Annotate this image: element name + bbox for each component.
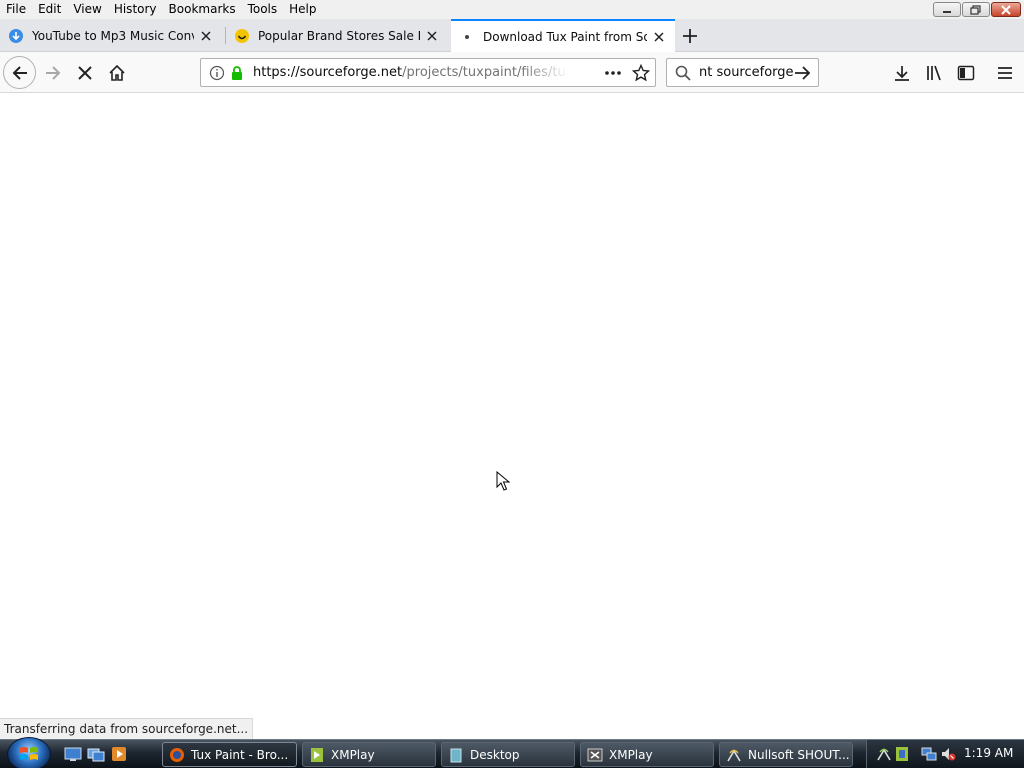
page-actions-menu-icon[interactable] <box>603 65 623 84</box>
home-button[interactable] <box>106 62 128 84</box>
tab-close-button[interactable] <box>651 29 667 45</box>
close-icon <box>201 30 211 41</box>
sidebar-toggle-button[interactable] <box>955 62 977 84</box>
plus-icon <box>683 29 697 43</box>
network-icon[interactable] <box>921 746 937 762</box>
tab-youtube-mp3[interactable]: YouTube to Mp3 Music Converter <box>0 19 222 52</box>
xmplay-icon <box>311 747 323 762</box>
back-button[interactable] <box>3 56 36 89</box>
minimize-icon <box>943 10 951 13</box>
taskbar-item-xmplay[interactable]: XMPlay <box>302 742 436 767</box>
menu-history[interactable]: History <box>108 0 163 19</box>
tab-close-button[interactable] <box>424 28 440 44</box>
menu-view[interactable]: View <box>67 0 107 19</box>
library-button[interactable] <box>923 62 945 84</box>
tab-title: YouTube to Mp3 Music Converter <box>32 28 194 43</box>
windows-taskbar: Tux Paint - Bro... XMPlay Desktop XMPlay… <box>0 737 1024 768</box>
show-desktop-icon[interactable] <box>64 745 82 763</box>
stop-button[interactable] <box>74 62 96 84</box>
windows-logo-icon <box>20 747 38 760</box>
taskbar-item-xmplay-2[interactable]: XMPlay <box>580 742 714 767</box>
stop-x-icon <box>78 66 92 80</box>
arrow-left-icon <box>12 65 27 80</box>
close-icon <box>654 32 664 42</box>
arrow-right-icon <box>795 66 811 80</box>
forward-button[interactable] <box>42 62 64 84</box>
taskbar-item-label: Nullsoft SHOUT... <box>748 747 850 762</box>
tab-strip: YouTube to Mp3 Music Converter Popular B… <box>0 19 1024 53</box>
url-bar[interactable]: https://sourceforge.net/projects/tuxpain… <box>200 58 656 87</box>
url-path: /projects/tuxpaint/files/tuxpaint <box>402 65 569 80</box>
menu-tools[interactable]: Tools <box>242 0 284 19</box>
system-clock[interactable]: 1:19 AM <box>964 746 1013 760</box>
start-button[interactable] <box>7 737 51 768</box>
hamburger-icon <box>998 67 1012 79</box>
arrow-right-icon <box>46 66 61 80</box>
status-text: Transferring data from sourceforge.net..… <box>0 718 254 739</box>
media-player-icon[interactable] <box>110 745 128 763</box>
shoutcast-tray-icon[interactable] <box>876 746 892 762</box>
switch-windows-icon[interactable] <box>87 745 105 763</box>
xmplay-icon <box>587 748 603 761</box>
info-icon[interactable] <box>209 65 225 84</box>
taskbar-item-desktop[interactable]: Desktop <box>441 742 575 767</box>
downloads-button[interactable] <box>891 62 913 84</box>
menu-file[interactable]: File <box>0 0 32 19</box>
hamburger-menu-button[interactable] <box>994 62 1016 84</box>
restore-button[interactable] <box>962 2 990 17</box>
download-arrow-icon <box>895 66 909 81</box>
mouse-cursor-icon <box>496 470 511 494</box>
menu-bookmarks[interactable]: Bookmarks <box>163 0 242 19</box>
bookmark-star-icon[interactable] <box>631 63 651 85</box>
menu-edit[interactable]: Edit <box>32 0 67 19</box>
smiley-face-icon <box>234 28 250 44</box>
download-cloud-icon <box>8 28 24 44</box>
url-domain: https://sourceforge.net <box>253 65 403 80</box>
tab-title: Popular Brand Stores Sale Promo <box>258 28 420 43</box>
page-content-area[interactable] <box>0 93 1024 718</box>
window-controls <box>933 2 1021 17</box>
menu-help[interactable]: Help <box>283 0 322 19</box>
url-text[interactable]: https://sourceforge.net/projects/tuxpain… <box>253 65 569 80</box>
close-window-button[interactable] <box>991 2 1021 17</box>
navigation-toolbar: https://sourceforge.net/projects/tuxpain… <box>0 52 1024 93</box>
home-icon <box>109 64 125 81</box>
taskbar-item-label: XMPlay <box>331 747 375 762</box>
search-bar[interactable]: nt sourceforge <box>666 58 819 87</box>
taskbar-item-label: XMPlay <box>609 747 653 762</box>
library-icon <box>927 65 941 81</box>
folder-icon <box>450 748 462 762</box>
tab-tuxpaint-download[interactable]: Download Tux Paint from SourceForge <box>451 19 675 53</box>
taskbar-item-shoutcast[interactable]: Nullsoft SHOUT... <box>719 742 853 767</box>
tab-title: Download Tux Paint from SourceForge <box>483 30 647 44</box>
minimize-button[interactable] <box>933 2 961 17</box>
sidebar-icon <box>957 65 975 81</box>
secure-lock-icon[interactable] <box>230 65 244 84</box>
tab-close-button[interactable] <box>198 28 214 44</box>
search-go-button[interactable] <box>794 65 812 84</box>
xmplay-tray-icon[interactable] <box>894 746 910 762</box>
search-icon <box>675 65 691 84</box>
menu-bar: File Edit View History Bookmarks Tools H… <box>0 0 1024 19</box>
restore-icon <box>970 4 981 15</box>
shoutcast-icon <box>727 748 741 761</box>
search-input[interactable]: nt sourceforge <box>699 65 794 80</box>
close-icon <box>427 30 437 41</box>
firefox-icon <box>170 747 184 762</box>
loading-dot-icon <box>459 29 475 45</box>
taskbar-item-tux-paint[interactable]: Tux Paint - Bro... <box>162 742 297 767</box>
volume-muted-icon[interactable] <box>940 746 956 762</box>
tab-brand-stores[interactable]: Popular Brand Stores Sale Promo <box>226 19 448 52</box>
close-icon <box>1001 4 1011 15</box>
taskbar-item-label: Desktop <box>470 747 520 762</box>
new-tab-button[interactable] <box>680 26 700 46</box>
taskbar-item-label: Tux Paint - Bro... <box>191 747 289 762</box>
